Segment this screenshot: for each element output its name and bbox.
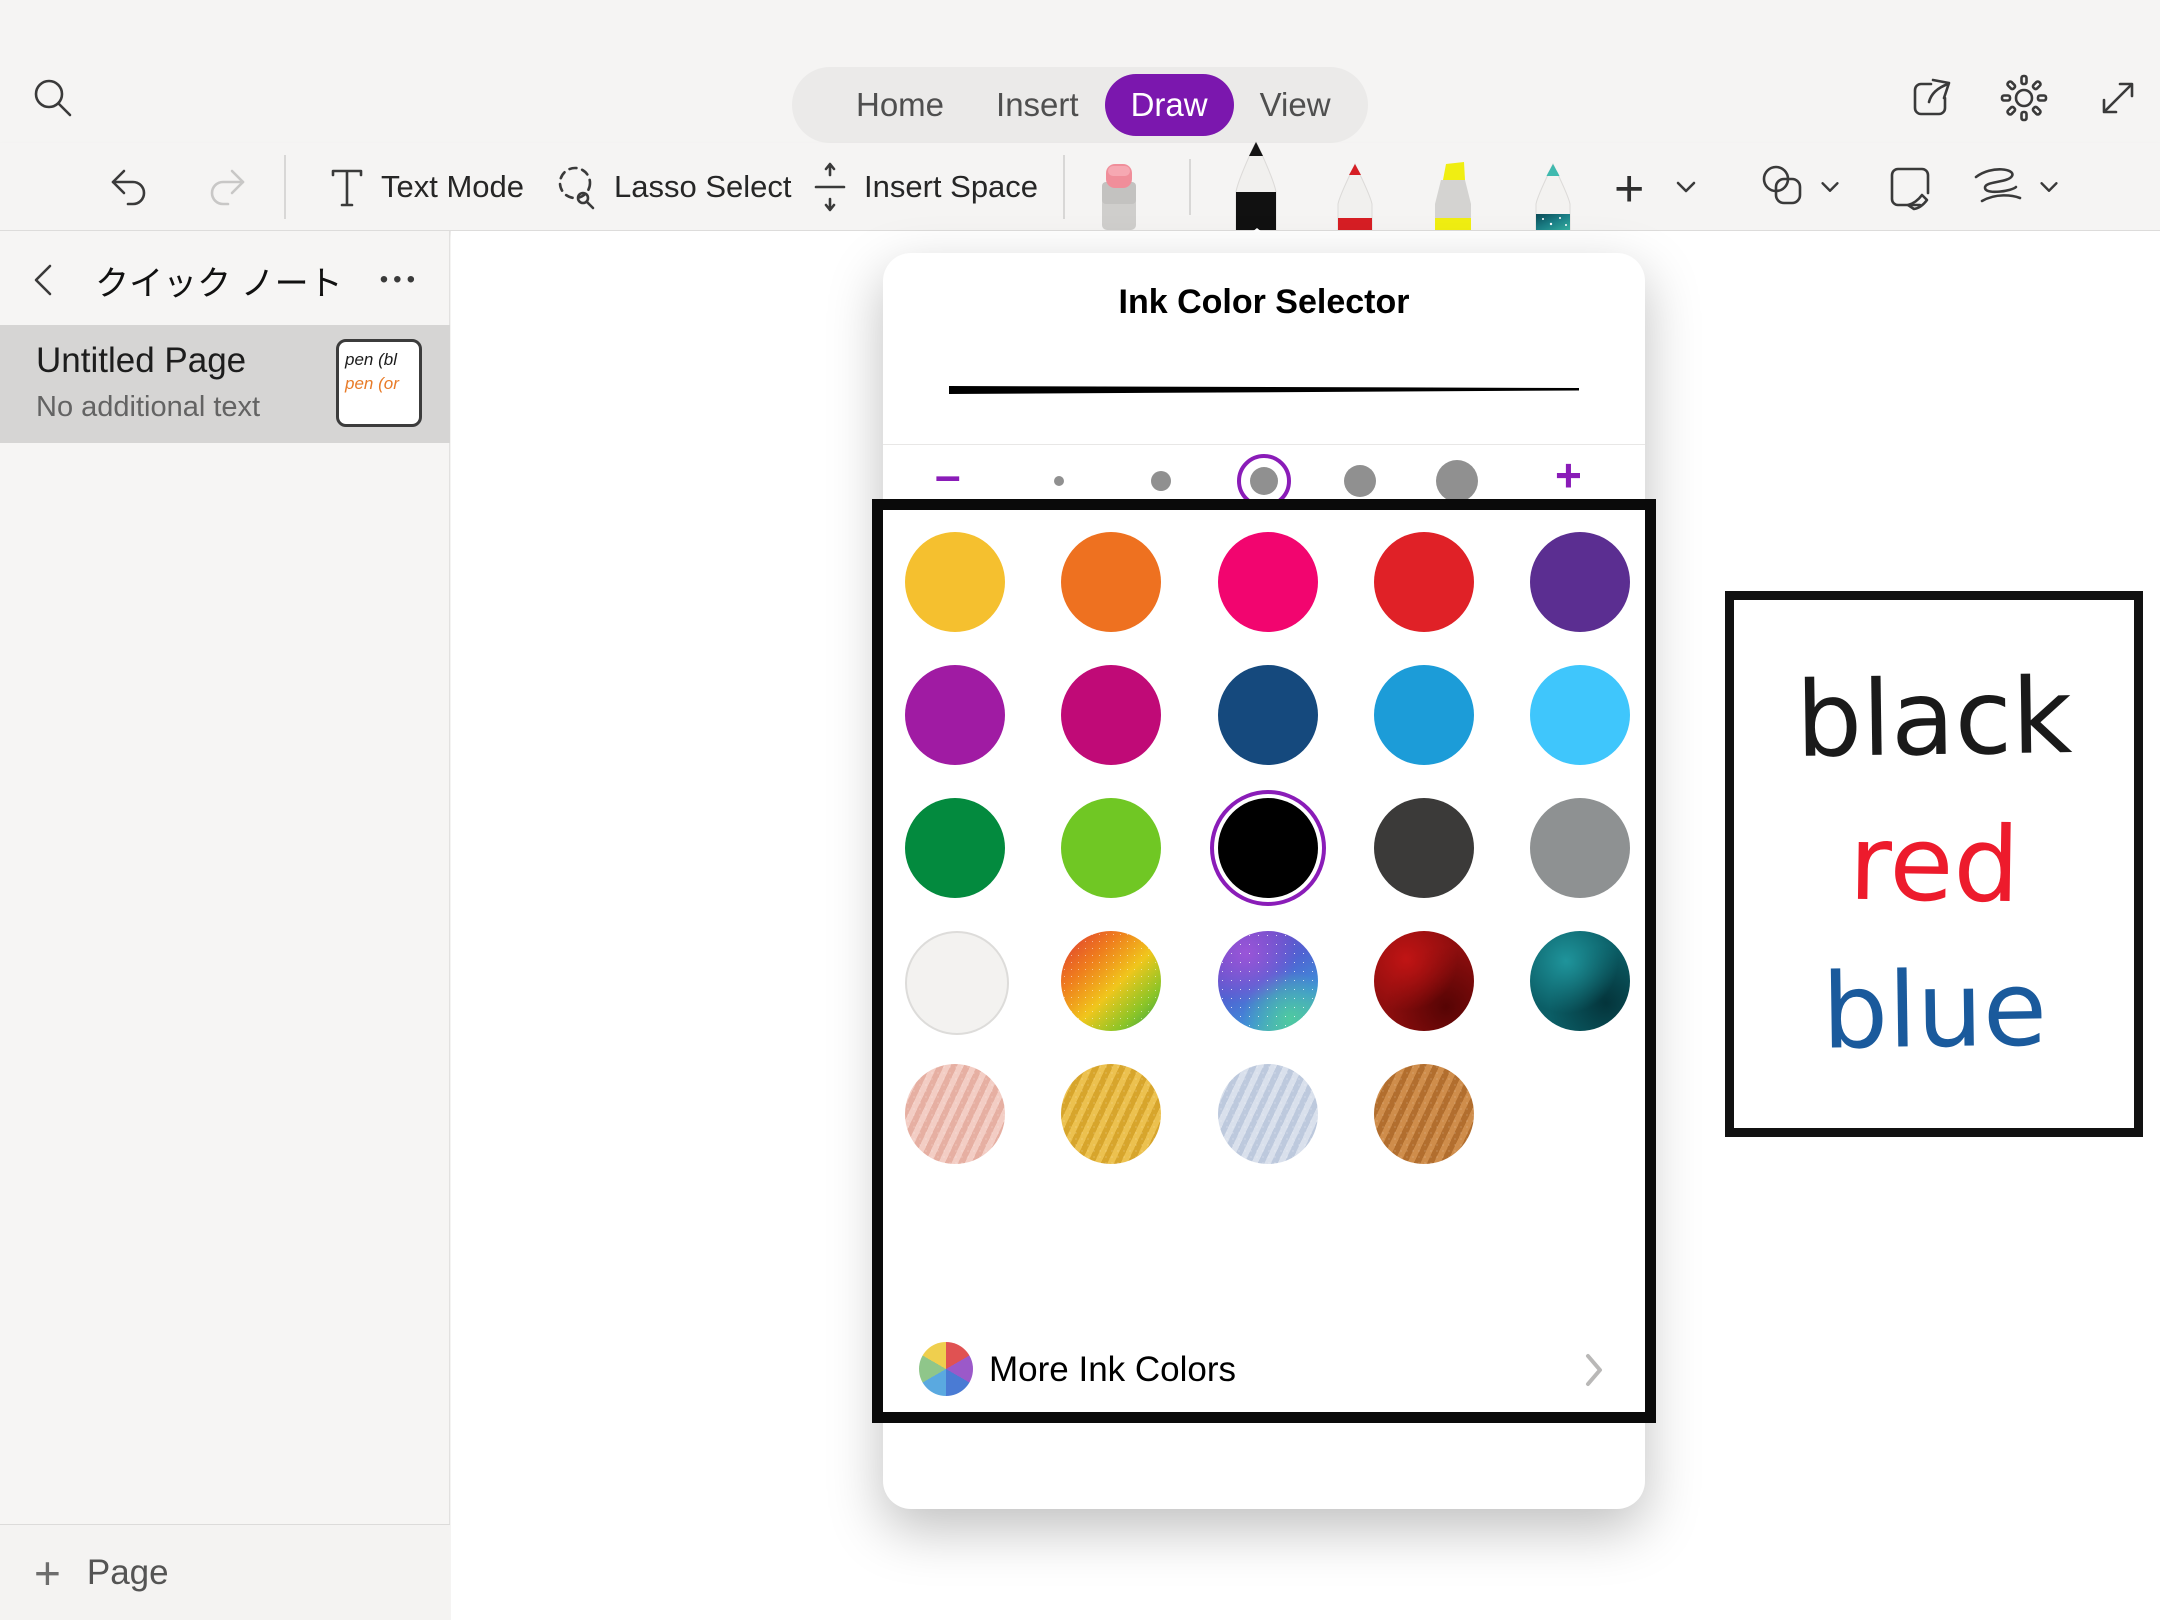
onenote-app: HomeInsertDrawView [0, 0, 2160, 1620]
insert-space-icon [808, 161, 852, 213]
page-list-item-selected[interactable]: Untitled Page No additional text pen (bl… [0, 325, 450, 443]
ink-color-swatch-bronze[interactable] [1374, 1064, 1474, 1164]
ink-color-swatch-dark-blue[interactable] [1218, 665, 1318, 765]
ink-color-swatch-galaxy[interactable] [1218, 931, 1318, 1031]
size-decrease-button[interactable]: – [935, 455, 961, 495]
text-mode-button[interactable]: Text Mode [325, 143, 524, 230]
tab-view[interactable]: View [1234, 74, 1357, 136]
ink-word-black: black [1795, 647, 2073, 789]
notebook-section-title: クイック ノート [58, 256, 380, 305]
shapes-chevron-down-icon[interactable] [1817, 177, 1843, 197]
ink-color-swatch-green[interactable] [905, 798, 1005, 898]
ink-color-swatch-blue[interactable] [1374, 665, 1474, 765]
ink-color-swatch-yellow[interactable] [905, 532, 1005, 632]
ink-color-swatch-orange[interactable] [1061, 532, 1161, 632]
ink-color-swatch-light-green[interactable] [1061, 798, 1161, 898]
insert-space-button[interactable]: Insert Space [808, 143, 1038, 230]
page-subtitle: No additional text [36, 391, 260, 424]
stroke-size-row: – + [883, 445, 1645, 517]
page-list-sidebar: クイック ノート ••• Untitled Page No additional… [0, 231, 450, 1620]
ink-color-swatch-violet[interactable] [905, 665, 1005, 765]
ink-word-red: red [1848, 794, 2020, 934]
ink-color-swatch-rainbow-glitter[interactable] [1061, 931, 1161, 1031]
lasso-select-icon [552, 161, 602, 213]
back-chevron-icon[interactable] [28, 260, 58, 300]
ink-word-blue: blue [1821, 939, 2048, 1080]
ink-color-swatch-teal-marble[interactable] [1530, 931, 1630, 1031]
ribbon-separator [284, 155, 286, 219]
ink-color-swatch-red[interactable] [1374, 532, 1474, 632]
share-icon[interactable] [1907, 74, 1955, 122]
ink-color-swatch-silver[interactable] [1218, 1064, 1318, 1164]
add-page-label: Page [87, 1553, 169, 1593]
stroke-size-option-5[interactable] [1436, 460, 1478, 502]
add-pen-chevron-down-icon[interactable] [1672, 177, 1700, 197]
shapes-icon[interactable] [1758, 161, 1810, 213]
tab-home[interactable]: Home [830, 74, 970, 136]
ink-color-swatch-white[interactable] [905, 931, 1009, 1035]
ink-color-swatch-dark-gray[interactable] [1374, 798, 1474, 898]
squiggle-icon[interactable] [1972, 165, 2030, 209]
page-title: Untitled Page [36, 341, 246, 381]
insert-space-label: Insert Space [864, 169, 1038, 205]
color-wheel-icon [919, 1342, 973, 1396]
stroke-size-option-4[interactable] [1344, 465, 1376, 497]
highlighter-yellow[interactable] [1423, 160, 1483, 230]
pen-separator [1189, 159, 1191, 215]
ink-color-swatch-black-selected[interactable] [1218, 798, 1318, 898]
ink-color-swatch-gray[interactable] [1530, 798, 1630, 898]
squiggle-chevron-down-icon[interactable] [2036, 177, 2062, 197]
sidebar-header: クイック ノート ••• [0, 249, 450, 311]
text-mode-label: Text Mode [381, 169, 524, 205]
handwritten-ink-box: blackredblue [1725, 591, 2143, 1137]
lasso-select-button[interactable]: Lasso Select [552, 143, 792, 230]
more-options-ellipsis-icon[interactable]: ••• [380, 266, 420, 294]
ink-color-selector-popup: Ink Color Selector – + Delete [883, 253, 1645, 1509]
add-page-plus-icon: + [34, 1546, 61, 1600]
ink-color-swatch-magenta[interactable] [1061, 665, 1161, 765]
ink-color-swatch-purple[interactable] [1530, 532, 1630, 632]
ribbon-separator [1063, 155, 1065, 219]
ink-color-swatch-sky-blue[interactable] [1530, 665, 1630, 765]
ink-color-swatch-rose-gold[interactable] [905, 1064, 1005, 1164]
stroke-size-option-3-selected[interactable] [1250, 467, 1278, 495]
redo-icon[interactable] [204, 163, 252, 211]
more-ink-colors-label: More Ink Colors [989, 1350, 1236, 1390]
undo-icon[interactable] [104, 163, 152, 211]
lasso-select-label: Lasso Select [614, 169, 792, 205]
pen-galaxy[interactable] [1525, 162, 1581, 230]
pen-black-selected[interactable] [1224, 140, 1288, 230]
settings-gear-icon[interactable] [2000, 74, 2048, 122]
ink-annotation-icon[interactable] [1884, 161, 1936, 213]
page-thumbnail: pen (blpen (or [336, 339, 422, 427]
tab-insert[interactable]: Insert [970, 74, 1105, 136]
expand-icon[interactable] [2094, 74, 2142, 122]
ink-color-swatch-gold[interactable] [1061, 1064, 1161, 1164]
add-pen-button[interactable]: + [1614, 159, 1644, 219]
ink-color-swatch-red-marble[interactable] [1374, 931, 1474, 1031]
search-icon[interactable] [30, 75, 76, 121]
ribbon-tab-bar: HomeInsertDrawView [792, 67, 1368, 143]
stroke-size-option-2[interactable] [1151, 471, 1171, 491]
size-increase-button[interactable]: + [1555, 455, 1582, 495]
ink-color-swatch-pink[interactable] [1218, 532, 1318, 632]
more-ink-colors-row[interactable]: More Ink Colors [883, 1340, 1645, 1402]
draw-ribbon: Text Mode Lasso Select Insert Space [0, 143, 2160, 231]
top-app-bar: HomeInsertDrawView [0, 0, 2160, 143]
chevron-right-icon [1583, 1352, 1605, 1388]
stroke-size-option-1[interactable] [1054, 476, 1064, 486]
stroke-preview [949, 385, 1579, 395]
thumbnail-ink-line: pen (bl [345, 348, 419, 372]
popup-title: Ink Color Selector [883, 283, 1645, 322]
pen-red[interactable] [1327, 162, 1383, 230]
tab-draw[interactable]: Draw [1105, 74, 1234, 136]
eraser-tool[interactable] [1089, 162, 1147, 230]
thumbnail-ink-line: pen (or [345, 372, 419, 396]
popup-caret [1224, 228, 1290, 255]
text-mode-icon [325, 163, 369, 211]
add-page-button[interactable]: + Page [0, 1524, 450, 1620]
